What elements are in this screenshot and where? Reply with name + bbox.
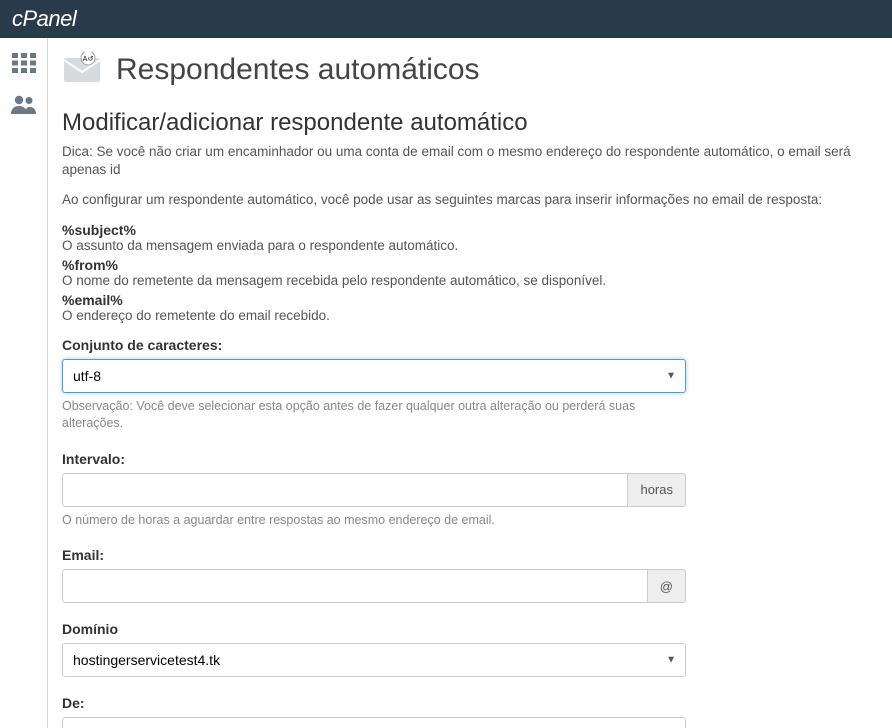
token-desc: O nome do remetente da mensagem recebida… [62,273,892,288]
main-layout: A↺ Respondentes automáticos Modificar/ad… [0,38,892,728]
grid-icon[interactable] [10,52,38,74]
config-intro: Ao configurar um respondente automático,… [62,191,892,209]
token-key: %subject% [62,222,892,238]
charset-label: Conjunto de caracteres: [62,337,686,353]
charset-select[interactable]: utf-8 [62,359,686,393]
page-title: Respondentes automáticos [116,53,480,87]
left-rail [0,38,48,728]
page-header: A↺ Respondentes automáticos [62,52,892,87]
from-input[interactable] [62,717,686,728]
top-bar: cPanel [0,0,892,38]
from-field: De: 5 [62,695,686,728]
interval-input-group: horas [62,473,686,507]
email-input[interactable] [62,569,647,603]
email-field: Email: 3 @ [62,547,686,603]
domain-select[interactable]: hostingerservicetest4.tk [62,643,686,677]
token-row: %email% O endereço do remetente do email… [62,292,892,323]
interval-label: Intervalo: [62,451,686,467]
content-area: A↺ Respondentes automáticos Modificar/ad… [48,38,892,728]
interval-addon: horas [627,473,686,507]
cpanel-logo: cPanel [12,6,76,32]
autoresponder-icon: A↺ [62,52,102,87]
token-desc: O assunto da mensagem enviada para o res… [62,238,892,253]
charset-field: Conjunto de caracteres: 1 utf-8 ▼ Observ… [62,337,686,433]
email-input-group: @ [62,569,686,603]
charset-select-wrap: utf-8 ▼ [62,359,686,393]
email-label: Email: [62,547,686,563]
domain-label: Domínio [62,621,686,637]
section-title: Modificar/adicionar respondente automáti… [62,109,892,137]
tip-text: Dica: Se você não criar um encaminhador … [62,143,892,179]
token-desc: O endereço do remetente do email recebid… [62,308,892,323]
token-row: %from% O nome do remetente da mensagem r… [62,257,892,288]
domain-select-wrap: hostingerservicetest4.tk ▼ [62,643,686,677]
users-icon[interactable] [10,94,38,116]
logo-text: cPanel [12,6,76,31]
interval-input[interactable] [62,473,627,507]
token-key: %from% [62,257,892,273]
token-row: %subject% O assunto da mensagem enviada … [62,222,892,253]
from-label: De: [62,695,686,711]
svg-text:A↺: A↺ [83,56,94,63]
email-addon: @ [647,569,686,603]
interval-help: O número de horas a aguardar entre respo… [62,512,686,530]
charset-note: Observação: Você deve selecionar esta op… [62,398,686,433]
token-key: %email% [62,292,892,308]
tokens-block: %subject% O assunto da mensagem enviada … [62,222,892,323]
domain-field: Domínio 4 hostingerservicetest4.tk ▼ [62,621,686,677]
interval-field: Intervalo: 2 horas O número de horas a a… [62,451,686,530]
